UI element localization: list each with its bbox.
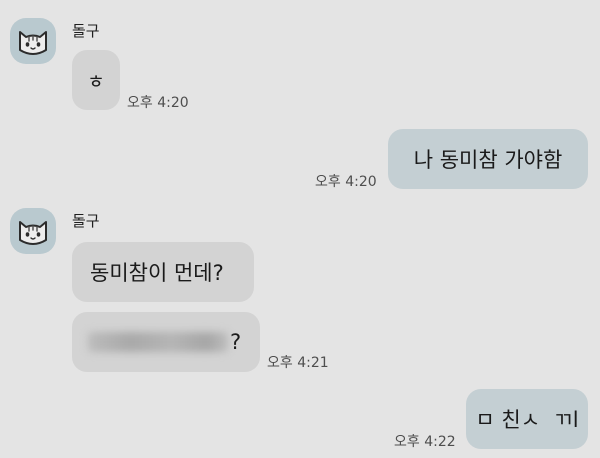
sender-avatar[interactable] <box>10 18 56 64</box>
message-timestamp: 오후 4:20 <box>315 174 377 190</box>
message-bubble-redacted[interactable]: ? <box>72 312 260 372</box>
cat-face-icon <box>19 31 47 55</box>
message-bubble[interactable]: ㅎ <box>72 50 120 110</box>
sender-name: 돌구 <box>72 22 100 40</box>
redacted-blur <box>88 332 228 352</box>
message-timestamp: 오후 4:22 <box>394 434 456 450</box>
cat-face-icon <box>19 221 47 245</box>
message-bubble[interactable]: 나 동미참 가야함 <box>388 129 588 189</box>
sender-avatar[interactable] <box>10 208 56 254</box>
message-timestamp: 오후 4:21 <box>267 355 329 371</box>
sender-name: 돌구 <box>72 212 100 230</box>
message-bubble[interactable]: ㅁ 친ㅅ ㄲl <box>466 389 588 449</box>
message-text: 동미참이 먼데? <box>90 261 224 285</box>
message-text: ? <box>230 330 242 354</box>
message-text: ㅁ 친ㅅ ㄲl <box>475 408 579 432</box>
message-text: ㅎ <box>87 70 105 93</box>
message-text: 나 동미참 가야함 <box>413 148 563 172</box>
message-bubble[interactable]: 동미참이 먼데? <box>72 242 254 302</box>
message-timestamp: 오후 4:20 <box>127 95 189 111</box>
